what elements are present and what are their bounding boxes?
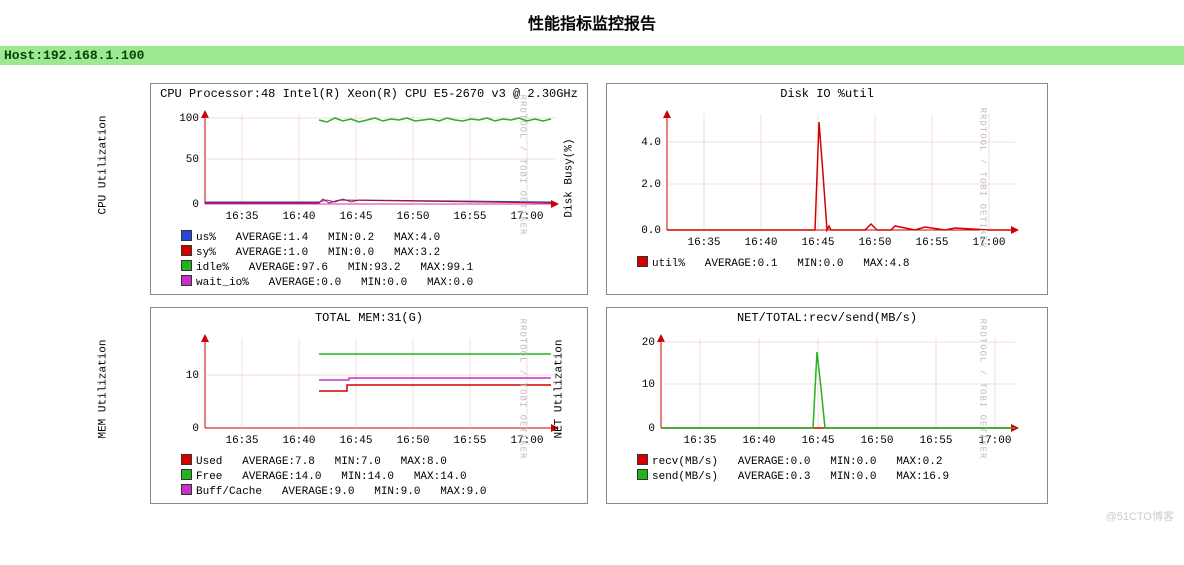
svg-text:0: 0 xyxy=(192,199,199,211)
svg-text:10: 10 xyxy=(186,370,199,382)
tool-watermark: RRDTOOL / TOBI OETIKER xyxy=(978,108,988,249)
host-value: 192.168.1.100 xyxy=(43,48,144,63)
host-label: Host: xyxy=(4,48,43,63)
page-title: 性能指标监控报告 xyxy=(0,0,1184,46)
svg-text:16:40: 16:40 xyxy=(742,435,775,447)
disk-plot: 0.0 2.0 4.0 16:35 16:40 16:45 16:50 16:5… xyxy=(615,104,1023,252)
net-plot: 0 10 20 16:35 16:40 16:45 16:50 16:55 17… xyxy=(615,328,1023,450)
svg-text:16:55: 16:55 xyxy=(453,435,486,447)
legend-swatch xyxy=(637,469,648,480)
svg-text:16:55: 16:55 xyxy=(453,211,486,223)
svg-text:100: 100 xyxy=(179,113,199,125)
legend-text: recv(MB/s) AVERAGE:0.0 MIN:0.0 MAX:0.2 xyxy=(652,456,942,468)
net-ylabel: NET Utilization xyxy=(553,339,565,438)
legend-row: Free AVERAGE:14.0 MIN:14.0 MAX:14.0 xyxy=(181,469,581,484)
legend-swatch xyxy=(181,484,192,495)
disk-panel: Disk IO %util Disk Busy(%) xyxy=(606,83,1048,295)
svg-text:16:50: 16:50 xyxy=(860,435,893,447)
legend-swatch xyxy=(181,245,192,256)
svg-text:20: 20 xyxy=(642,337,655,349)
legend-row: idle% AVERAGE:97.6 MIN:93.2 MAX:99.1 xyxy=(181,260,581,275)
svg-text:4.0: 4.0 xyxy=(641,137,661,149)
svg-text:16:35: 16:35 xyxy=(687,237,720,249)
svg-text:10: 10 xyxy=(642,379,655,391)
disk-legend: util% AVERAGE:0.1 MIN:0.0 MAX:4.8 xyxy=(607,252,1047,275)
legend-text: us% AVERAGE:1.4 MIN:0.2 MAX:4.0 xyxy=(196,232,440,244)
mem-panel: TOTAL MEM:31(G) MEM Utilization xyxy=(150,307,588,504)
svg-text:16:35: 16:35 xyxy=(225,211,258,223)
legend-swatch xyxy=(637,256,648,267)
svg-text:16:50: 16:50 xyxy=(858,237,891,249)
legend-swatch xyxy=(181,275,192,286)
svg-text:16:40: 16:40 xyxy=(282,211,315,223)
svg-text:16:35: 16:35 xyxy=(683,435,716,447)
svg-text:16:50: 16:50 xyxy=(396,211,429,223)
mem-ylabel: MEM Utilization xyxy=(97,339,109,438)
legend-swatch xyxy=(181,230,192,241)
legend-text: util% AVERAGE:0.1 MIN:0.0 MAX:4.8 xyxy=(652,258,909,270)
legend-text: send(MB/s) AVERAGE:0.3 MIN:0.0 MAX:16.9 xyxy=(652,471,949,483)
svg-text:16:45: 16:45 xyxy=(801,435,834,447)
cpu-legend: us% AVERAGE:1.4 MIN:0.2 MAX:4.0 sy% AVERA… xyxy=(151,226,587,294)
legend-swatch xyxy=(181,454,192,465)
legend-row: wait_io% AVERAGE:0.0 MIN:0.0 MAX:0.0 xyxy=(181,275,581,290)
svg-text:16:40: 16:40 xyxy=(282,435,315,447)
charts-grid: CPU Processor:48 Intel(R) Xeon(R) CPU E5… xyxy=(150,83,1050,504)
svg-text:0: 0 xyxy=(648,423,655,435)
legend-row: util% AVERAGE:0.1 MIN:0.0 MAX:4.8 xyxy=(637,256,1041,271)
legend-text: sy% AVERAGE:1.0 MIN:0.0 MAX:3.2 xyxy=(196,247,440,259)
svg-text:16:50: 16:50 xyxy=(396,435,429,447)
svg-text:2.0: 2.0 xyxy=(641,179,661,191)
svg-text:16:35: 16:35 xyxy=(225,435,258,447)
svg-text:16:45: 16:45 xyxy=(339,211,372,223)
svg-text:16:45: 16:45 xyxy=(801,237,834,249)
disk-ylabel: Disk Busy(%) xyxy=(563,138,575,217)
net-panel: NET/TOTAL:recv/send(MB/s) NET Utilizatio… xyxy=(606,307,1048,504)
legend-text: idle% AVERAGE:97.6 MIN:93.2 MAX:99.1 xyxy=(196,262,473,274)
legend-swatch xyxy=(637,454,648,465)
disk-title: Disk IO %util xyxy=(607,84,1047,101)
svg-text:50: 50 xyxy=(186,154,199,166)
legend-text: Free AVERAGE:14.0 MIN:14.0 MAX:14.0 xyxy=(196,471,467,483)
legend-row: send(MB/s) AVERAGE:0.3 MIN:0.0 MAX:16.9 xyxy=(637,469,1041,484)
legend-text: Used AVERAGE:7.8 MIN:7.0 MAX:8.0 xyxy=(196,456,447,468)
svg-text:16:45: 16:45 xyxy=(339,435,372,447)
svg-text:0: 0 xyxy=(192,423,199,435)
legend-row: Buff/Cache AVERAGE:9.0 MIN:9.0 MAX:9.0 xyxy=(181,484,581,499)
svg-text:0.0: 0.0 xyxy=(641,225,661,237)
host-bar: Host:192.168.1.100 xyxy=(0,46,1184,65)
cpu-panel: CPU Processor:48 Intel(R) Xeon(R) CPU E5… xyxy=(150,83,588,295)
legend-row: sy% AVERAGE:1.0 MIN:0.0 MAX:3.2 xyxy=(181,245,581,260)
legend-swatch xyxy=(181,469,192,480)
cpu-plot: 0 50 100 16:35 16:40 16:45 16:50 16:55 1… xyxy=(159,104,563,226)
svg-text:16:55: 16:55 xyxy=(915,237,948,249)
legend-text: wait_io% AVERAGE:0.0 MIN:0.0 MAX:0.0 xyxy=(196,277,473,289)
legend-swatch xyxy=(181,260,192,271)
mem-plot: 0 10 16:35 16:40 16:45 16:50 16:55 17:00 xyxy=(159,328,563,450)
tool-watermark: RRDTOOL / TOBI OETIKER xyxy=(518,95,528,236)
cpu-ylabel: CPU Utilization xyxy=(97,115,109,214)
tool-watermark: RRDTOOL / TOBI OETIKER xyxy=(518,319,528,460)
svg-text:16:40: 16:40 xyxy=(744,237,777,249)
legend-text: Buff/Cache AVERAGE:9.0 MIN:9.0 MAX:9.0 xyxy=(196,486,486,498)
tool-watermark: RRDTOOL / TOBI OETIKER xyxy=(978,319,988,460)
footer-watermark: @51CTO博客 xyxy=(0,504,1184,524)
svg-text:16:55: 16:55 xyxy=(919,435,952,447)
